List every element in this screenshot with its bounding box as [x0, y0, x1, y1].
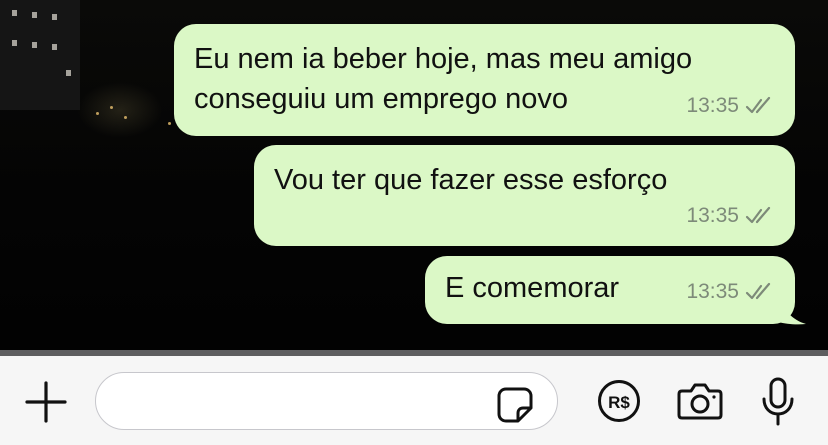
message-text: Vou ter que fazer esse esforço: [274, 160, 667, 200]
real-currency-icon: R$: [598, 380, 640, 422]
sticker-icon: [497, 387, 533, 423]
message-meta: 13:35: [686, 272, 775, 312]
microphone-icon: [762, 377, 794, 426]
message-line: Eu nem ia beber hoje, mas meu amigo: [194, 43, 693, 75]
message-bubble[interactable]: E comemorar 13:35: [425, 256, 795, 324]
read-ticks-icon: [745, 206, 771, 224]
sticker-button[interactable]: [496, 386, 534, 424]
background-building: [0, 0, 80, 110]
bubble-tail: [778, 296, 806, 325]
attach-button[interactable]: [24, 380, 68, 424]
camera-button[interactable]: [676, 379, 724, 423]
message-meta: 13:35: [686, 86, 775, 126]
message-text: Eu nem ia beber hoje, mas meu amigo cons…: [194, 39, 692, 119]
message-time: 13:35: [686, 94, 739, 117]
message-bubble[interactable]: Eu nem ia beber hoje, mas meu amigo cons…: [174, 24, 795, 136]
chat-area[interactable]: Eu nem ia beber hoje, mas meu amigo cons…: [0, 0, 828, 350]
message-line: E comemorar: [445, 272, 620, 304]
message-bubble[interactable]: Vou ter que fazer esse esforço 13:35: [254, 145, 795, 246]
read-ticks-icon: [745, 96, 771, 114]
microphone-button[interactable]: [760, 376, 796, 428]
message-time: 13:35: [686, 280, 739, 303]
message-meta: 13:35: [686, 196, 775, 236]
message-input[interactable]: [95, 372, 558, 430]
message-time: 13:35: [686, 204, 739, 227]
message-line: Vou ter que fazer esse esforço: [274, 164, 668, 196]
payment-button[interactable]: R$: [597, 379, 641, 423]
message-line: conseguiu um emprego novo: [194, 83, 569, 115]
plus-icon: [25, 381, 67, 423]
message-text: E comemorar: [445, 268, 619, 308]
read-ticks-icon: [745, 282, 771, 300]
svg-text:R$: R$: [608, 393, 630, 412]
camera-icon: [677, 383, 723, 420]
input-bar: R$: [0, 356, 828, 445]
